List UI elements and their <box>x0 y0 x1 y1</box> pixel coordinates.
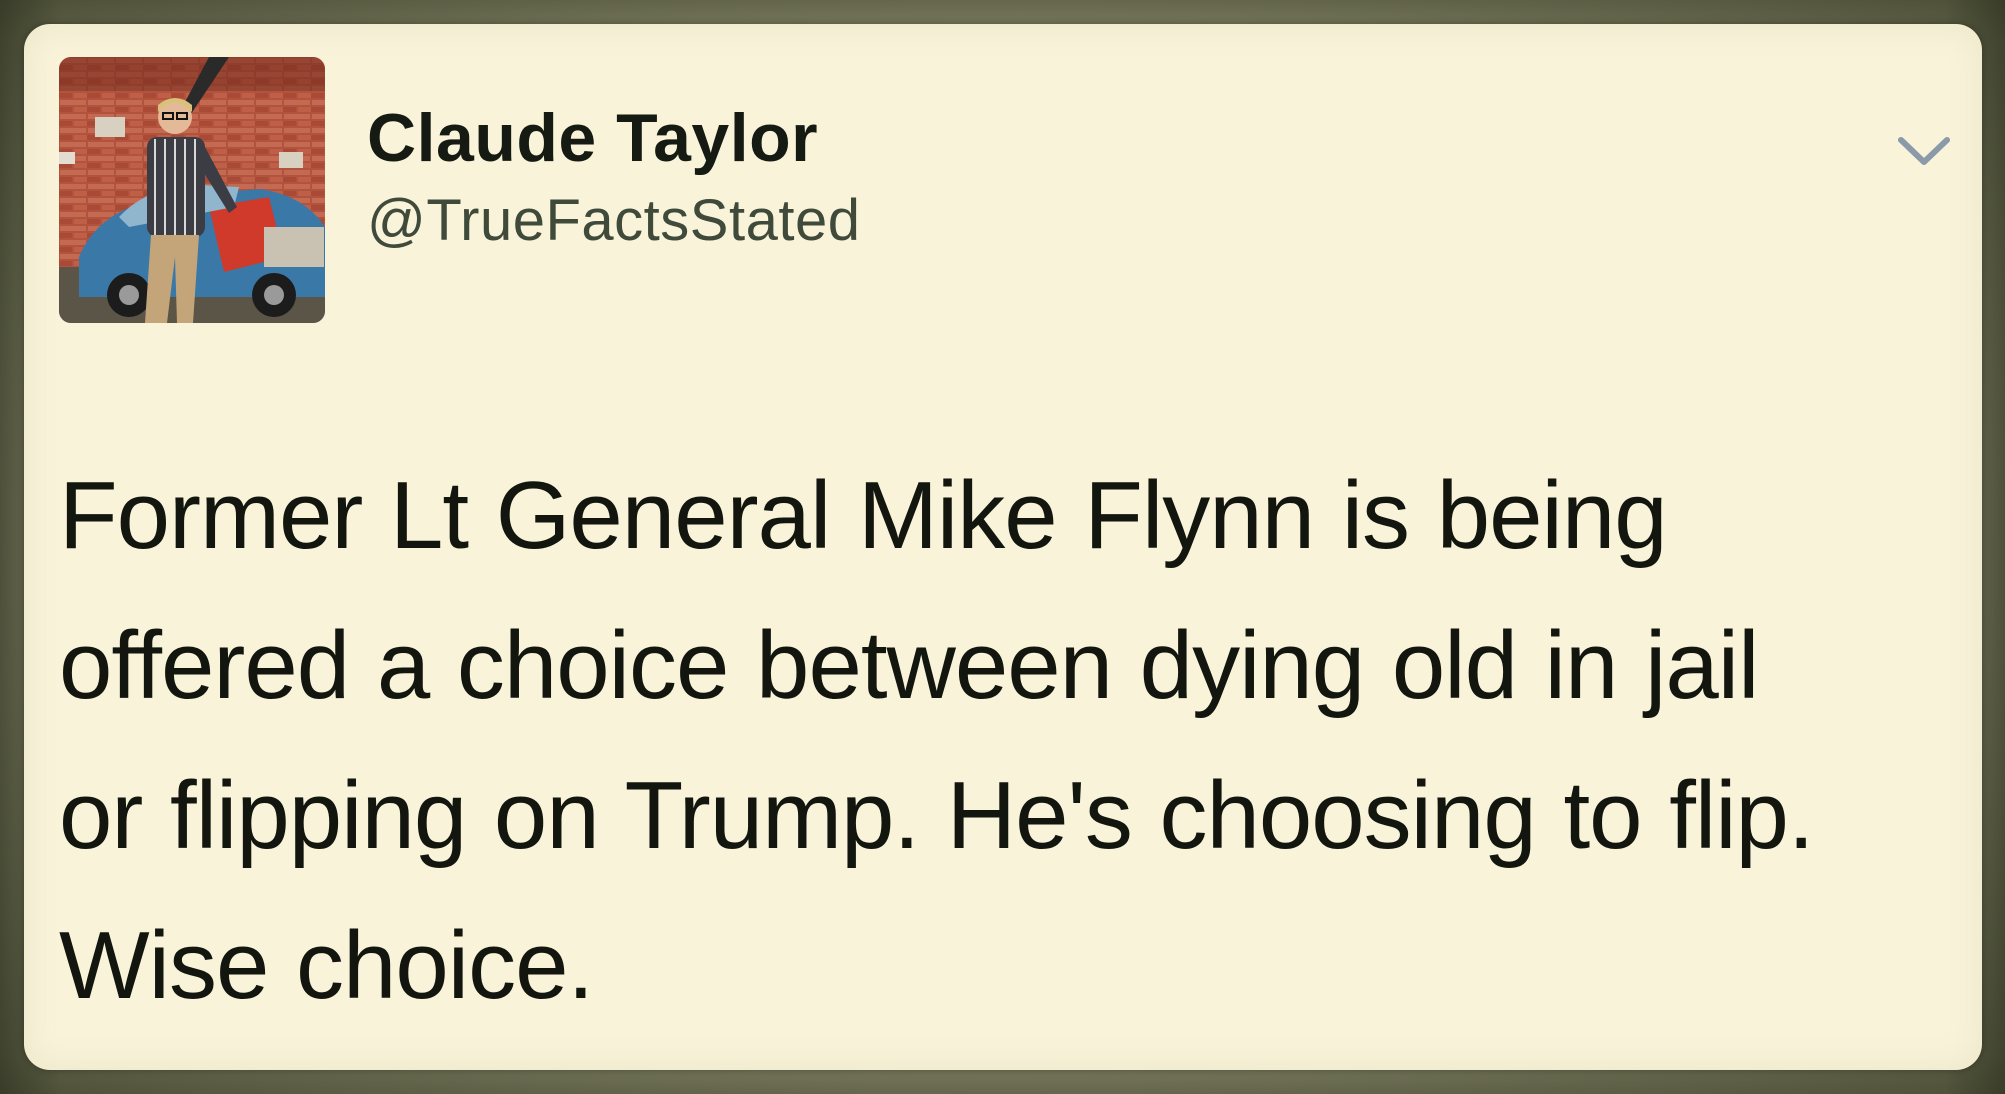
avatar[interactable] <box>59 57 325 323</box>
tweet-body: Former Lt General Mike Flynn is being of… <box>59 441 1949 1041</box>
tweet-text-line: offered a choice between dying old in ja… <box>59 612 1759 719</box>
tweet-text-line: Wise choice. <box>59 912 594 1019</box>
profile-photo <box>59 57 325 323</box>
author-info[interactable]: Claude Taylor @TrueFactsStated <box>367 104 860 250</box>
tweet-text-line: Former Lt General Mike Flynn is being <box>59 462 1668 569</box>
author-display-name[interactable]: Claude Taylor <box>367 104 860 172</box>
chevron-down-icon <box>1898 137 1950 165</box>
tweet-card: Claude Taylor @TrueFactsStated Former Lt… <box>24 24 1982 1070</box>
author-handle[interactable]: @TrueFactsStated <box>367 192 860 250</box>
tweet-text-line: or flipping on Trump. He's choosing to f… <box>59 762 1815 869</box>
tweet-menu-button[interactable] <box>1892 124 1956 178</box>
